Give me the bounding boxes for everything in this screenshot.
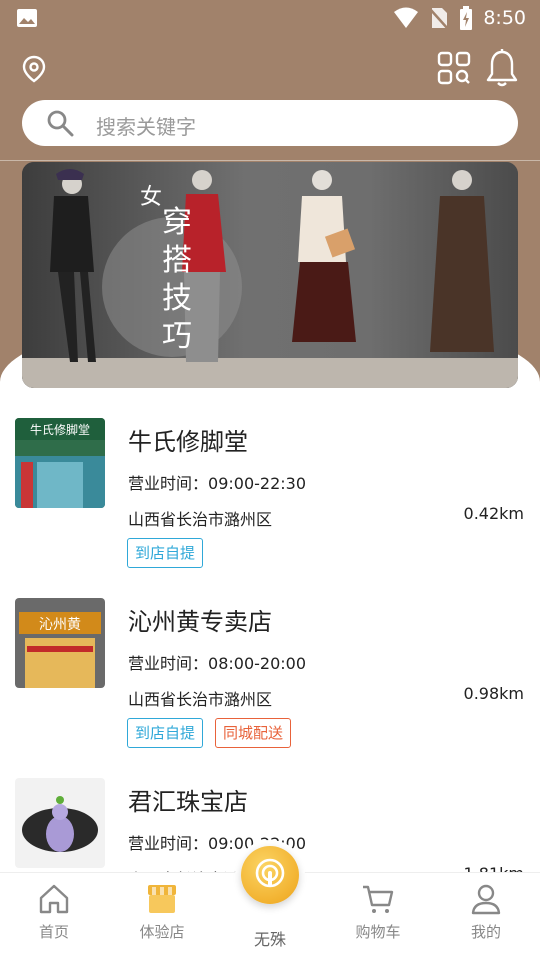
store-thumbnail: 沁州黄 [15,598,105,688]
wifi-icon [394,7,419,28]
nav-center-label: 无殊 [253,930,286,949]
search-bar[interactable]: 搜索关键字 [22,100,518,146]
nav-experience-store[interactable]: 体验店 [122,883,202,942]
nav-experience-label: 体验店 [139,923,185,941]
store-address: 山西省长治市潞州区 [128,690,273,709]
battery-charging-icon [460,6,473,30]
tag-pickup: 到店自提 [127,718,204,748]
svg-text:沁州黄: 沁州黄 [39,616,81,633]
banner-text-3: 搭 [162,243,192,278]
no-sim-icon [429,8,450,30]
banner-text-2: 穿 [162,205,192,240]
store-name: 沁州黄专卖店 [128,608,272,636]
user-icon [471,884,501,915]
top-bar [0,46,540,92]
nav-home[interactable]: 首页 [14,883,94,942]
banner-image: 女 穿 搭 技 巧 [22,162,518,388]
nav-mine[interactable]: 我的 [446,883,526,942]
nav-mine-label: 我的 [470,923,501,941]
tag-delivery: 同城配送 [215,718,292,748]
banner-text-4: 技 [162,281,192,316]
scan-grid-icon[interactable] [436,50,472,86]
store-icon [148,885,176,913]
tag-pickup: 到店自提 [127,538,204,568]
gallery-icon [17,9,37,27]
broadcast-icon [255,858,285,888]
store-name: 牛氏修脚堂 [128,428,248,456]
store-thumbnail: 牛氏修脚堂 [15,418,105,508]
store-card[interactable]: 牛氏修脚堂 牛氏修脚堂 营业时间：09:00-22:30 山西省长治市潞州区 0… [0,402,540,582]
nav-home-label: 首页 [38,923,69,941]
banner-text-5: 巧 [162,319,192,354]
banner-text-1: 女 [140,185,162,210]
search-icon [47,110,74,137]
home-icon [39,884,69,914]
cart-icon [363,885,394,913]
location-icon[interactable] [20,54,48,84]
center-action-button[interactable] [241,846,299,904]
clock: 8:50 [483,7,526,29]
svg-text:牛氏修脚堂: 牛氏修脚堂 [30,422,90,437]
nav-cart[interactable]: 购物车 [338,883,418,942]
store-thumbnail [15,778,105,868]
status-bar: 8:50 [0,0,540,36]
store-hours: 营业时间：09:00-22:30 [128,474,307,493]
store-distance: 0.42km [463,504,524,523]
store-name: 君汇珠宝店 [128,788,248,816]
promo-banner[interactable]: 女 穿 搭 技 巧 [22,162,518,388]
header-divider [0,160,540,161]
store-hours: 营业时间：08:00-20:00 [128,654,307,673]
store-address: 山西省长治市潞州区 [128,510,273,529]
nav-cart-label: 购物车 [355,923,401,941]
store-distance: 0.98km [463,684,524,703]
search-input[interactable]: 搜索关键字 [96,111,196,140]
notification-bell-icon[interactable] [484,48,520,88]
store-card[interactable]: 沁州黄 沁州黄专卖店 营业时间：08:00-20:00 山西省长治市潞州区 0.… [0,582,540,762]
